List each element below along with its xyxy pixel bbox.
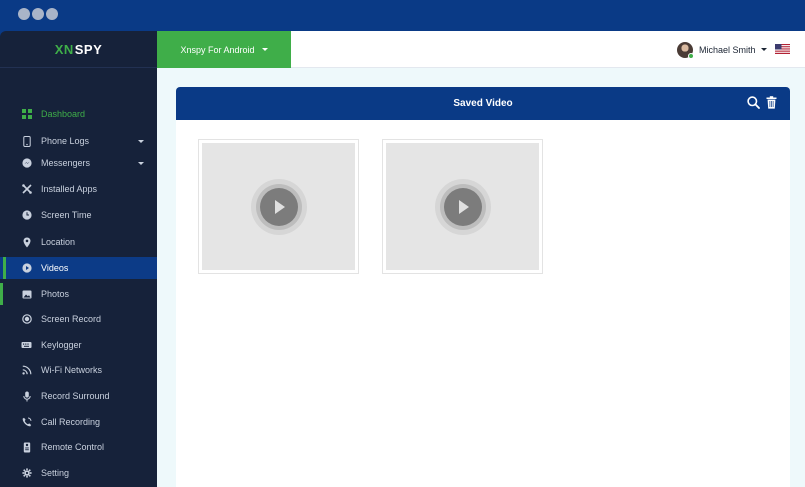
user-name: Michael Smith	[699, 44, 756, 55]
sidebar-item-location[interactable]: Location	[0, 231, 157, 253]
brand-logo[interactable]: XN SPY	[0, 31, 157, 68]
window-minimize-dot[interactable]	[32, 8, 44, 20]
logo-xn: XN	[54, 41, 74, 57]
sidebar-item-screen-time[interactable]: Screen Time	[0, 204, 157, 226]
chevron-down-icon	[261, 48, 268, 51]
saved-video-card: Saved Video	[176, 87, 790, 487]
play-ring	[255, 183, 302, 230]
image-icon	[21, 289, 32, 300]
messenger-icon	[21, 158, 32, 169]
page-title: Saved Video	[453, 98, 513, 109]
trash-icon[interactable]	[766, 96, 777, 109]
device-selector-label: Xnspy For Android	[180, 44, 255, 55]
sidebar-item-label: Screen Record	[41, 314, 102, 324]
top-bar: Xnspy For Android Michael Smith	[157, 31, 805, 68]
user-menu[interactable]: Michael Smith	[677, 41, 767, 59]
play-ring	[439, 183, 486, 230]
sidebar-item-screen-record[interactable]: Screen Record	[0, 308, 157, 330]
remote-icon	[21, 442, 32, 453]
video-preview	[202, 143, 355, 270]
avatar	[677, 41, 694, 59]
chevron-down-icon[interactable]	[138, 161, 144, 165]
sidebar-item-photos[interactable]: Photos	[0, 283, 157, 305]
device-selector-button[interactable]: Xnspy For Android	[157, 31, 291, 68]
sidebar-item-label: Setting	[41, 468, 70, 478]
search-icon[interactable]	[747, 96, 760, 109]
gear-icon	[21, 468, 32, 479]
window-titlebar	[0, 0, 805, 31]
play-icon	[275, 199, 285, 214]
window-close-dot[interactable]	[18, 8, 30, 20]
sidebar-item-label: Messengers	[41, 158, 91, 168]
play-button[interactable]	[434, 178, 491, 235]
sidebar-item-dashboard[interactable]: Dashboard	[0, 103, 157, 125]
sidebar-item-phone-logs[interactable]: Phone Logs	[0, 130, 157, 152]
sidebar-item-setting[interactable]: Setting	[0, 462, 157, 484]
apps-icon	[21, 184, 32, 195]
sidebar-item-label: Installed Apps	[41, 184, 98, 194]
card-header: Saved Video	[176, 87, 790, 120]
sidebar-item-installed-apps[interactable]: Installed Apps	[0, 178, 157, 200]
video-thumbnail[interactable]	[198, 139, 359, 274]
sidebar: XN SPY Dashboard Phone Logs Messengers I…	[0, 31, 157, 487]
online-status-dot	[688, 52, 694, 59]
header-actions	[747, 96, 777, 109]
video-thumbnail[interactable]	[382, 139, 543, 274]
play-circle-icon	[21, 263, 32, 274]
sidebar-item-label: Videos	[41, 263, 69, 273]
location-pin-icon	[21, 237, 32, 248]
wifi-icon	[21, 365, 32, 376]
sidebar-item-call-recording[interactable]: Call Recording	[0, 411, 157, 433]
sidebar-item-label: Wi-Fi Networks	[41, 365, 102, 375]
sidebar-item-label: Keylogger	[41, 340, 82, 350]
sidebar-item-label: Phone Logs	[41, 136, 90, 146]
sidebar-item-messengers[interactable]: Messengers	[0, 152, 157, 174]
sidebar-item-label: Location	[41, 237, 76, 247]
play-circle	[259, 187, 298, 226]
keyboard-icon	[21, 340, 32, 351]
chevron-down-icon	[760, 48, 767, 51]
sidebar-item-record-surround[interactable]: Record Surround	[0, 385, 157, 407]
sidebar-item-remote-control[interactable]: Remote Control	[0, 436, 157, 458]
record-icon	[21, 314, 32, 325]
video-preview	[386, 143, 539, 270]
phone-icon	[21, 135, 32, 147]
sidebar-item-label: Record Surround	[41, 391, 110, 401]
phone-call-icon	[21, 417, 32, 428]
clock-icon	[21, 210, 32, 221]
sidebar-item-label: Remote Control	[41, 442, 105, 452]
sidebar-item-label: Screen Time	[41, 210, 92, 220]
sidebar-item-label: Dashboard	[41, 109, 86, 119]
play-circle	[443, 187, 482, 226]
chevron-down-icon[interactable]	[138, 139, 144, 143]
us-flag-icon[interactable]	[775, 44, 790, 54]
window-maximize-dot[interactable]	[46, 8, 58, 20]
logo-spy: SPY	[74, 41, 103, 57]
microphone-icon	[21, 391, 32, 402]
dashboard-icon	[21, 109, 32, 120]
sidebar-item-videos[interactable]: Videos	[0, 257, 157, 279]
sidebar-item-label: Photos	[41, 289, 70, 299]
sidebar-item-keylogger[interactable]: Keylogger	[0, 334, 157, 356]
sidebar-item-wifi-networks[interactable]: Wi-Fi Networks	[0, 359, 157, 381]
play-icon	[459, 199, 469, 214]
main-content: Saved Video	[157, 68, 805, 487]
play-button[interactable]	[250, 178, 307, 235]
sidebar-item-label: Call Recording	[41, 417, 101, 427]
